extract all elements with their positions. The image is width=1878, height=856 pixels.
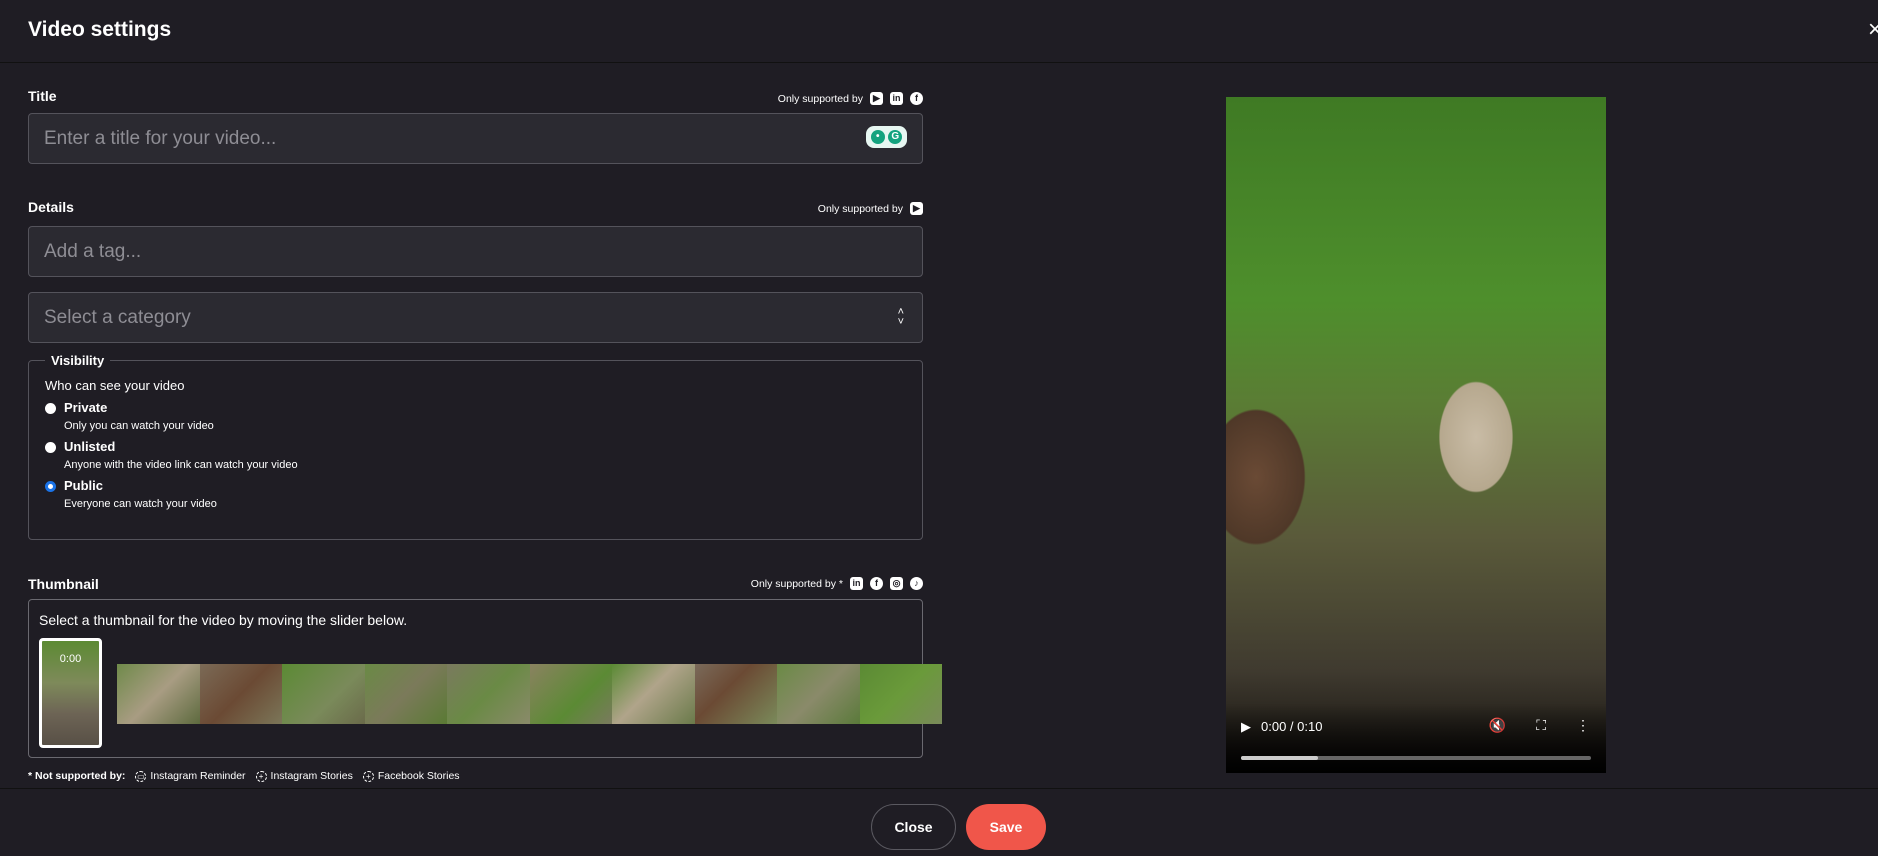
- visibility-option-public[interactable]: Public Everyone can watch your video: [45, 478, 906, 510]
- slider-time: 0:00: [59, 653, 82, 665]
- details-label: Details: [28, 199, 74, 215]
- save-button[interactable]: Save: [966, 804, 1046, 850]
- video-preview[interactable]: ▶ 0:00 / 0:10 🔇 ⛶ ⋮: [1226, 97, 1606, 773]
- frame: [447, 664, 530, 724]
- visibility-option-private[interactable]: Private Only you can watch your video: [45, 400, 906, 432]
- thumbnail-picker: Select a thumbnail for the video by movi…: [28, 599, 942, 758]
- option-label: Public: [64, 478, 104, 493]
- story-plus-icon: +: [255, 771, 267, 782]
- more-icon[interactable]: ⋮: [1576, 717, 1590, 734]
- thumbnail-instruction: Select a thumbnail for the video by movi…: [39, 612, 408, 628]
- reminder-icon: ▭: [135, 771, 147, 782]
- youtube-icon: ▶: [870, 92, 883, 105]
- option-label: Private: [64, 400, 108, 415]
- visibility-group: Visibility Who can see your video Privat…: [28, 353, 923, 540]
- option-desc: Only you can watch your video: [64, 420, 214, 432]
- option-desc: Anyone with the video link can watch you…: [64, 459, 298, 471]
- facebook-icon: f: [910, 92, 923, 105]
- thumbnail-strip[interactable]: [117, 664, 942, 724]
- frame: [199, 664, 282, 724]
- linkedin-icon: in: [890, 92, 903, 105]
- fullscreen-icon[interactable]: ⛶: [1536, 717, 1546, 734]
- linkedin-icon: in: [850, 577, 863, 590]
- frame: [859, 664, 942, 724]
- visibility-option-unlisted[interactable]: Unlisted Anyone with the video link can w…: [45, 439, 906, 471]
- supported-label: Only supported by: [817, 202, 903, 215]
- thumbnail-label: Thumbnail: [28, 576, 99, 592]
- radio-public[interactable]: [45, 481, 56, 492]
- not-supported-list: * Not supported by: ▭ Instagram Reminder …: [28, 770, 460, 782]
- option-label: Unlisted: [64, 439, 116, 454]
- details-supported: Only supported by ▶: [818, 202, 923, 215]
- not-supported-label: * Not supported by:: [28, 770, 126, 782]
- category-select[interactable]: Select a category ˄ ˅: [28, 292, 923, 343]
- title-label: Title: [28, 88, 57, 104]
- tag-placeholder: Add a tag...: [44, 240, 142, 262]
- frame: [117, 664, 200, 724]
- video-progress[interactable]: [1241, 756, 1591, 760]
- not-supported-item: ▭ Instagram Reminder: [135, 770, 246, 782]
- chevron-updown-icon: ˄ ˅: [897, 306, 904, 328]
- tag-input[interactable]: Add a tag...: [28, 226, 923, 277]
- video-time: 0:00 / 0:10: [1261, 719, 1323, 734]
- category-placeholder: Select a category: [44, 306, 191, 328]
- title-placeholder: Enter a title for your video...: [44, 127, 277, 149]
- grammarly-icon[interactable]: • G: [866, 126, 907, 148]
- story-plus-icon: +: [362, 771, 374, 782]
- option-desc: Everyone can watch your video: [64, 498, 217, 510]
- close-icon[interactable]: ×: [1868, 16, 1878, 44]
- video-progress-fill: [1241, 756, 1318, 760]
- video-controls: ▶ 0:00 / 0:10 🔇 ⛶ ⋮: [1226, 703, 1606, 773]
- frame: [694, 664, 777, 724]
- title-supported: Only supported by ▶ in f: [778, 92, 923, 105]
- close-button[interactable]: Close: [871, 804, 956, 850]
- not-supported-item: + Instagram Stories: [255, 770, 353, 782]
- frame: [777, 664, 860, 724]
- radio-private[interactable]: [45, 403, 56, 414]
- frame: [529, 664, 612, 724]
- supported-label: Only supported by: [777, 92, 863, 105]
- thumbnail-slider-handle[interactable]: 0:00: [39, 638, 102, 748]
- tiktok-icon: ♪: [910, 577, 923, 590]
- title-input[interactable]: Enter a title for your video... • G: [28, 113, 923, 164]
- frame: [364, 664, 447, 724]
- frame: [282, 664, 365, 724]
- facebook-icon: f: [870, 577, 883, 590]
- visibility-legend: Visibility: [51, 353, 105, 368]
- instagram-icon: ◎: [890, 577, 903, 590]
- visibility-question: Who can see your video: [45, 378, 185, 393]
- not-supported-item: + Facebook Stories: [362, 770, 460, 782]
- modal-title: Video settings: [28, 18, 172, 41]
- supported-label: Only supported by *: [750, 577, 843, 590]
- radio-unlisted[interactable]: [45, 442, 56, 453]
- thumbnail-supported: Only supported by * in f ◎ ♪: [751, 577, 923, 590]
- modal-header: Video settings ×: [0, 0, 1878, 63]
- youtube-icon: ▶: [910, 202, 923, 215]
- play-icon[interactable]: ▶: [1241, 719, 1251, 735]
- footer-divider: [0, 788, 1878, 789]
- muted-icon[interactable]: 🔇: [1489, 717, 1506, 734]
- frame: [612, 664, 695, 724]
